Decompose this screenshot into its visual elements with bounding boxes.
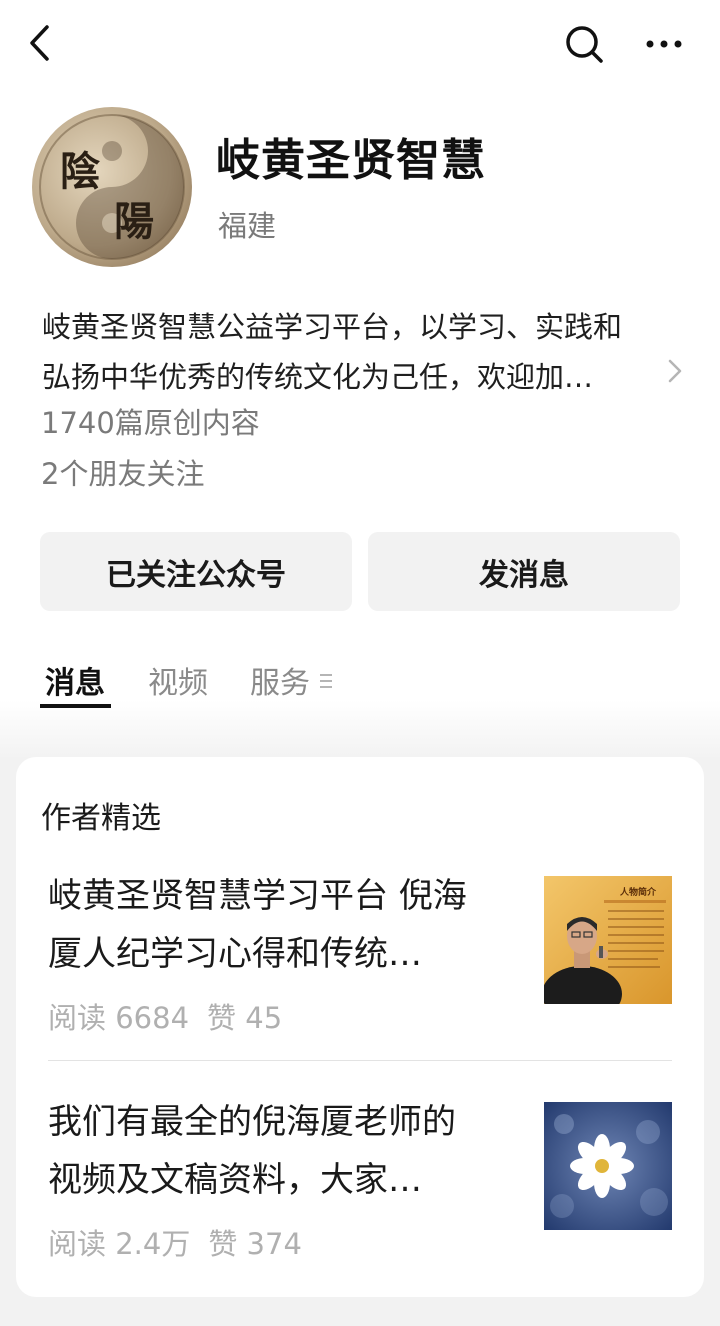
article-title: 我们有最全的倪海厦老师的 视频及文稿资料，大家… [48, 1093, 518, 1209]
article-title-line: 厦人纪学习心得和传统… [48, 934, 422, 974]
chevron-left-icon [30, 25, 49, 61]
read-count: 阅读 6684 [48, 1001, 190, 1035]
tab-videos[interactable]: 视频 [148, 658, 208, 702]
tab-services-menu[interactable] [318, 672, 334, 690]
account-name: 岐黄圣贤智慧 [216, 135, 486, 186]
original-content-count[interactable]: 1740篇原创内容 [41, 400, 260, 442]
tab-messages[interactable]: 消息 [45, 658, 105, 702]
follow-button[interactable]: 已关注公众号 [40, 532, 352, 611]
read-count: 阅读 2.4万 [48, 1227, 191, 1261]
article-item[interactable]: 岐黄圣贤智慧学习平台 倪海 厦人纪学习心得和传统… 阅读 6684 赞 45 人… [48, 867, 672, 1037]
top-bar [0, 0, 720, 90]
active-tab-indicator [40, 704, 111, 708]
article-meta: 阅读 6684 赞 45 [48, 995, 282, 1037]
yin-yang-logo: 陰 陽 [39, 114, 185, 260]
avatar-char-yang: 陽 [114, 198, 154, 245]
article-meta: 阅读 2.4万赞 374 [48, 1221, 302, 1263]
article-thumbnail[interactable] [544, 1102, 672, 1230]
article-title-line: 岐黄圣贤智慧学习平台 倪海 [48, 876, 467, 916]
article-title-line: 视频及文稿资料，大家… [48, 1160, 422, 1200]
account-avatar[interactable]: 陰 陽 [32, 107, 192, 267]
more-button[interactable] [640, 22, 688, 66]
article-thumbnail[interactable]: 人物简介 [544, 876, 672, 1004]
friends-following[interactable]: 2个朋友关注 [41, 451, 204, 493]
tab-services[interactable]: 服务 [250, 658, 310, 702]
like-count: 赞 45 [207, 1001, 283, 1035]
description-expand[interactable] [664, 356, 686, 386]
avatar-char-yin: 陰 [60, 148, 100, 195]
description-line: 岐黄圣贤智慧公益学习平台，以学习、实践和 [42, 310, 623, 344]
article-divider [48, 1060, 672, 1061]
featured-title: 作者精选 [41, 801, 161, 836]
article-item[interactable]: 我们有最全的倪海厦老师的 视频及文稿资料，大家… 阅读 2.4万赞 374 [48, 1093, 672, 1263]
back-button[interactable] [22, 20, 62, 66]
account-description[interactable]: 岐黄圣贤智慧公益学习平台，以学习、实践和 弘扬中华优秀的传统文化为己任，欢迎加… [42, 302, 662, 402]
like-count: 赞 374 [208, 1227, 302, 1261]
article-title-line: 我们有最全的倪海厦老师的 [48, 1102, 456, 1142]
article-title: 岐黄圣贤智慧学习平台 倪海 厦人纪学习心得和传统… [48, 867, 518, 983]
more-dots-icon [646, 40, 682, 48]
send-message-button[interactable]: 发消息 [368, 532, 680, 611]
chevron-right-icon [668, 359, 682, 383]
menu-lines-icon [320, 674, 332, 688]
description-line: 弘扬中华优秀的传统文化为己任，欢迎加… [42, 360, 594, 394]
lecturer-thumbnail-image: 人物简介 [544, 876, 672, 1004]
thumb-caption: 人物简介 [619, 886, 657, 898]
search-button[interactable] [560, 20, 608, 68]
flower-thumbnail-image [544, 1102, 672, 1230]
account-region: 福建 [218, 209, 277, 243]
search-icon [566, 26, 603, 63]
featured-card: 作者精选 岐黄圣贤智慧学习平台 倪海 厦人纪学习心得和传统… 阅读 6684 赞 … [16, 757, 704, 1297]
